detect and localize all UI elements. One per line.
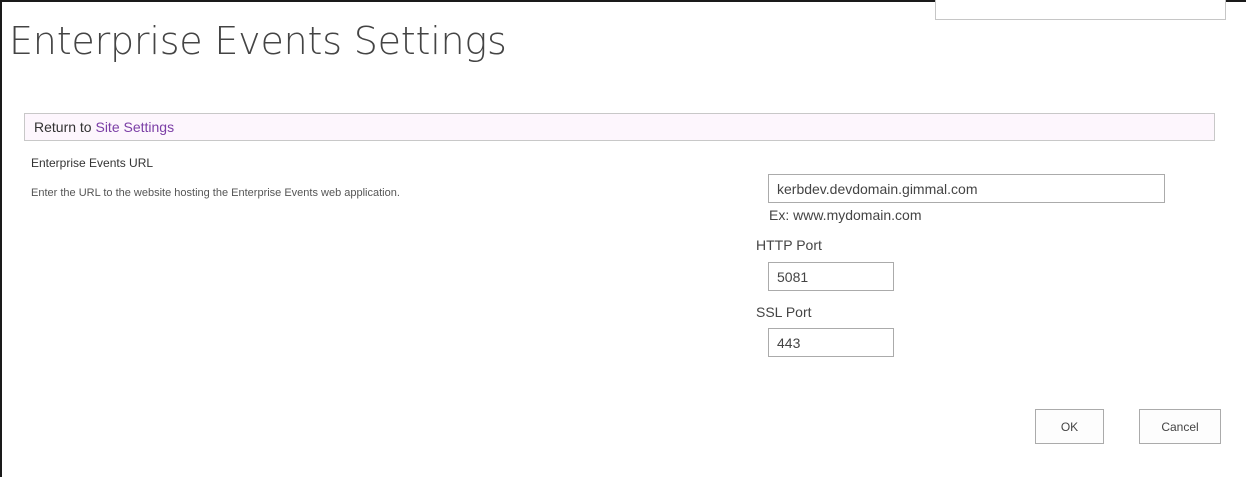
url-input[interactable] (768, 174, 1165, 203)
site-settings-link[interactable]: Site Settings (95, 119, 174, 135)
search-box[interactable] (935, 0, 1226, 20)
http-port-label: HTTP Port (756, 237, 822, 253)
return-prefix: Return to (34, 119, 96, 135)
page-title: Enterprise Events Settings (9, 19, 507, 63)
url-hint: Ex: www.mydomain.com (769, 207, 922, 223)
ssl-port-input[interactable] (768, 328, 894, 357)
section-title: Enterprise Events URL (31, 156, 154, 170)
ssl-port-label: SSL Port (756, 304, 812, 320)
ok-button[interactable]: OK (1035, 409, 1104, 444)
http-port-input[interactable] (768, 262, 894, 291)
return-bar: Return to Site Settings (24, 113, 1215, 141)
cancel-button[interactable]: Cancel (1139, 409, 1221, 444)
page-frame (0, 0, 1246, 477)
section-description: Enter the URL to the website hosting the… (31, 187, 400, 199)
